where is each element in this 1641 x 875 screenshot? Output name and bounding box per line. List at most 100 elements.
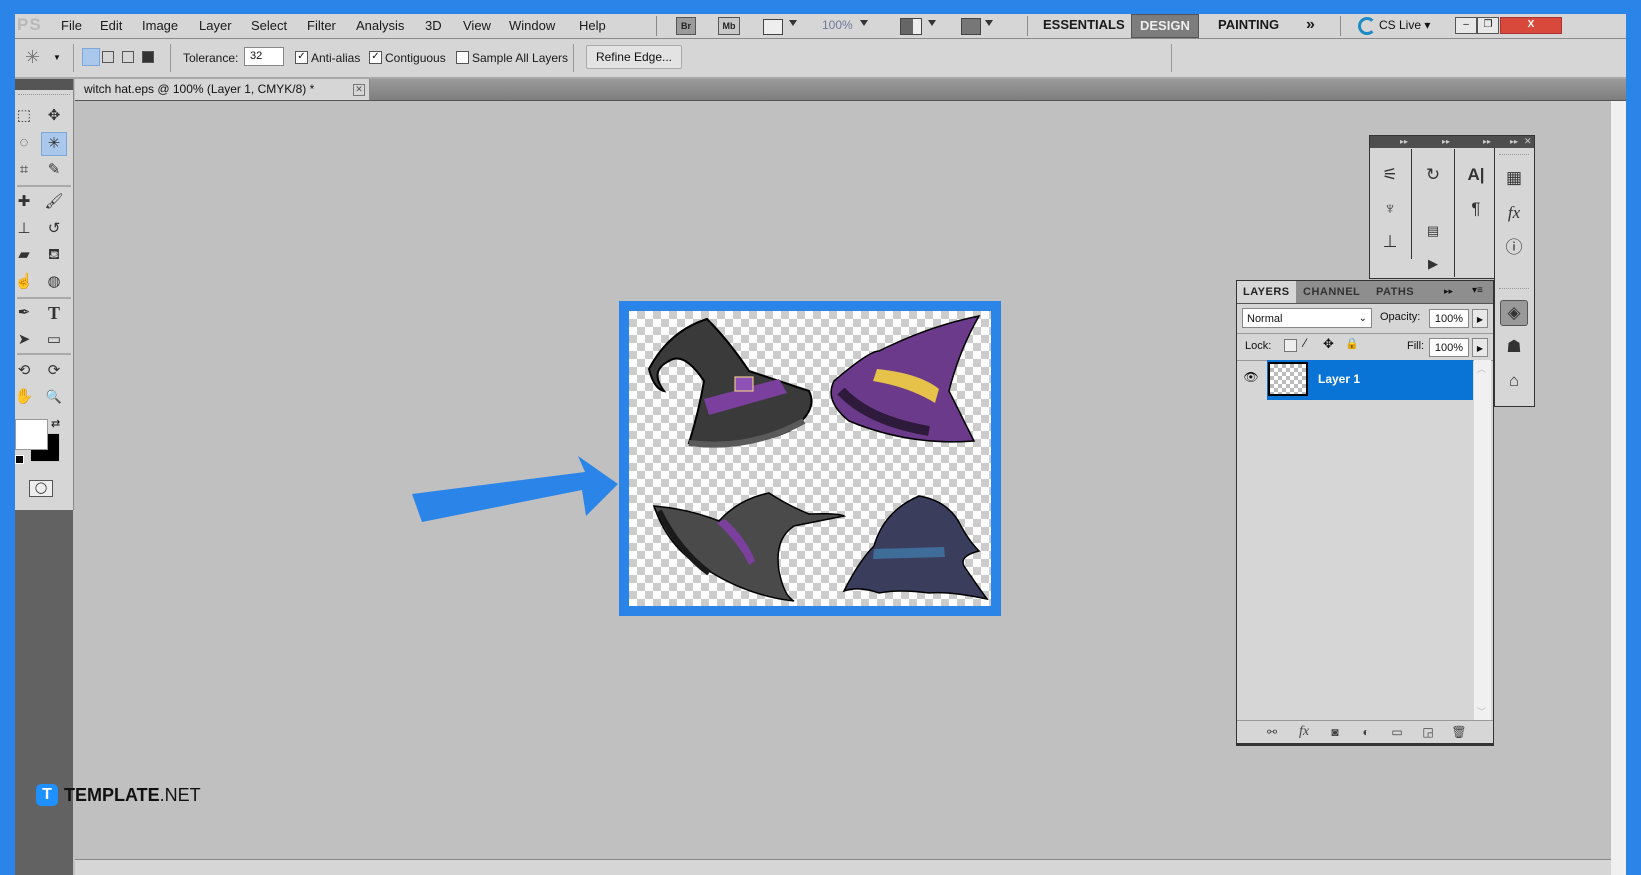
adjustment-layer-icon[interactable]: ◐	[1356, 724, 1376, 740]
menu-filter[interactable]: Filter	[307, 18, 336, 33]
minimize-button[interactable]: –	[1455, 17, 1477, 34]
rectangle-tool-icon[interactable]: ▭	[42, 329, 66, 351]
lock-all-icon[interactable]: 🔒	[1345, 337, 1359, 350]
screen-mode-icon[interactable]	[961, 18, 981, 35]
menu-3d[interactable]: 3D	[425, 18, 442, 33]
actions-icon[interactable]: ▶	[1420, 252, 1446, 276]
chevron-down-icon[interactable]	[789, 20, 797, 26]
new-group-icon[interactable]: ▭	[1387, 724, 1407, 740]
document-scrollbar[interactable]	[1611, 101, 1626, 875]
layers-scrollbar[interactable]: ︿ ﹀	[1474, 360, 1491, 720]
cs-live-menu[interactable]: CS Live ▾	[1379, 18, 1430, 32]
paint-bucket-tool-icon[interactable]: ⛾	[42, 244, 66, 266]
document-canvas[interactable]	[629, 311, 991, 606]
menu-edit[interactable]: Edit	[100, 18, 122, 33]
tool-preset-dropdown-icon[interactable]: ▼	[53, 53, 61, 62]
dock-grip[interactable]	[1499, 154, 1529, 157]
arrange-documents-icon[interactable]	[900, 18, 922, 35]
healing-brush-tool-icon[interactable]: ✚	[15, 191, 36, 213]
hand-tool-icon[interactable]: ✋	[15, 386, 36, 408]
close-button[interactable]: X	[1500, 17, 1562, 34]
cs-live-icon[interactable]	[1358, 17, 1376, 35]
close-dock-icon[interactable]: ✕	[1524, 136, 1532, 147]
quick-selection-tool-icon[interactable]: ✳	[41, 132, 67, 156]
type-tool-icon[interactable]: T	[42, 302, 66, 324]
styles-icon[interactable]: fx	[1501, 201, 1527, 225]
lasso-tool-icon[interactable]: ◌	[15, 132, 36, 154]
workspace-painting[interactable]: PAINTING	[1210, 14, 1287, 36]
opacity-slider-button[interactable]: ▶	[1472, 309, 1488, 328]
lock-image-pixels-icon[interactable]: ⁄	[1304, 336, 1306, 350]
channels-panel-icon[interactable]: ☗	[1501, 335, 1527, 359]
scroll-up-icon[interactable]: ︿	[1477, 362, 1486, 375]
3d-orbit-tool-icon[interactable]: ⟳	[42, 360, 66, 382]
menu-select[interactable]: Select	[251, 18, 287, 33]
mini-bridge-button[interactable]: Mb	[718, 17, 740, 35]
link-layers-icon[interactable]: ⚯	[1262, 724, 1282, 740]
toolbox-grip[interactable]	[18, 94, 70, 97]
swap-colors-icon[interactable]: ⇄	[51, 417, 60, 430]
quick-selection-icon[interactable]: ✳	[25, 47, 40, 68]
foreground-color-swatch-top[interactable]	[15, 419, 48, 450]
swatches-icon[interactable]: ▦	[1501, 166, 1527, 190]
dock-header[interactable]: ▸▸ ▸▸ ▸▸ ▸▸ ✕	[1370, 136, 1534, 148]
blend-mode-select[interactable]: Normal ⌄	[1242, 308, 1372, 328]
layer-visibility-eye-icon[interactable]: 👁	[1241, 370, 1261, 388]
opacity-input[interactable]: 100%	[1429, 309, 1469, 328]
lock-position-icon[interactable]: ✥	[1323, 336, 1334, 352]
restore-button[interactable]: ❐	[1477, 17, 1499, 34]
move-tool-icon[interactable]: ✥	[42, 105, 66, 127]
tab-paths[interactable]: PATHS	[1370, 281, 1420, 303]
tolerance-input[interactable]: 32	[244, 47, 284, 66]
history-brush-tool-icon[interactable]: ↺	[42, 218, 66, 240]
chevron-down-icon[interactable]	[860, 20, 868, 26]
crop-tool-icon[interactable]: ⌗	[15, 159, 36, 181]
eraser-tool-icon[interactable]: ▰	[15, 244, 36, 266]
menu-file[interactable]: File	[61, 18, 82, 33]
menu-window[interactable]: Window	[509, 18, 555, 33]
smudge-tool-icon[interactable]: ☝	[15, 271, 36, 293]
character-icon[interactable]: A|	[1463, 163, 1489, 187]
workspace-design[interactable]: DESIGN	[1131, 14, 1199, 38]
info-icon[interactable]: ⓘ	[1501, 236, 1527, 260]
expand-icon[interactable]: ▸▸	[1442, 137, 1450, 146]
layer-mask-icon[interactable]: ◙	[1325, 724, 1345, 740]
refine-edge-button[interactable]: Refine Edge...	[586, 45, 682, 69]
delete-layer-icon[interactable]: 🗑	[1449, 724, 1469, 740]
chevron-down-icon[interactable]	[985, 20, 993, 26]
chevron-down-icon[interactable]	[928, 20, 936, 26]
workspace-essentials[interactable]: ESSENTIALS	[1035, 14, 1133, 36]
default-colors-icon[interactable]	[15, 455, 24, 464]
menu-view[interactable]: View	[463, 18, 491, 33]
document-tab[interactable]: witch hat.eps @ 100% (Layer 1, CMYK/8) *…	[75, 79, 370, 100]
expand-icon[interactable]: ▸▸	[1510, 137, 1518, 146]
layers-panel-icon[interactable]: ◈	[1500, 300, 1528, 326]
more-workspaces-icon[interactable]: »	[1298, 14, 1323, 36]
zoom-level[interactable]: 100%	[822, 18, 853, 32]
scroll-down-icon[interactable]: ﹀	[1477, 705, 1486, 718]
path-selection-tool-icon[interactable]: ➤	[15, 329, 36, 351]
menu-analysis[interactable]: Analysis	[356, 18, 404, 33]
expand-icon[interactable]: ▸▸	[1483, 137, 1491, 146]
menu-layer[interactable]: Layer	[199, 18, 232, 33]
sample-all-layers-checkbox[interactable]	[456, 51, 469, 64]
panel-menu-icon[interactable]: ▾≡	[1472, 285, 1483, 296]
clone-source-icon[interactable]: ⊥	[1377, 230, 1403, 254]
eyedropper-tool-icon[interactable]: ✎	[42, 159, 66, 181]
brush-presets-icon[interactable]: ⚟	[1377, 163, 1403, 187]
dock-grip[interactable]	[1499, 288, 1529, 291]
close-tab-icon[interactable]: ✕	[353, 84, 365, 96]
intersect-selection-icon[interactable]	[142, 51, 154, 63]
fill-input[interactable]: 100%	[1429, 338, 1469, 357]
fx-icon[interactable]: fx	[1294, 724, 1314, 740]
anti-alias-checkbox[interactable]: ✓	[295, 51, 308, 64]
brush-panel-icon[interactable]: ♆	[1377, 197, 1403, 221]
collapse-panel-icon[interactable]: ▸▸	[1444, 286, 1453, 297]
paragraph-icon[interactable]: ¶	[1463, 197, 1489, 221]
history-icon[interactable]: ↻	[1420, 163, 1446, 187]
expand-icon[interactable]: ▸▸	[1400, 137, 1408, 146]
3d-rotate-tool-icon[interactable]: ⟲	[15, 360, 36, 382]
new-selection-icon[interactable]	[82, 48, 100, 66]
bridge-button[interactable]: Br	[676, 17, 696, 35]
brush-tool-icon[interactable]: 🖌	[42, 191, 66, 213]
